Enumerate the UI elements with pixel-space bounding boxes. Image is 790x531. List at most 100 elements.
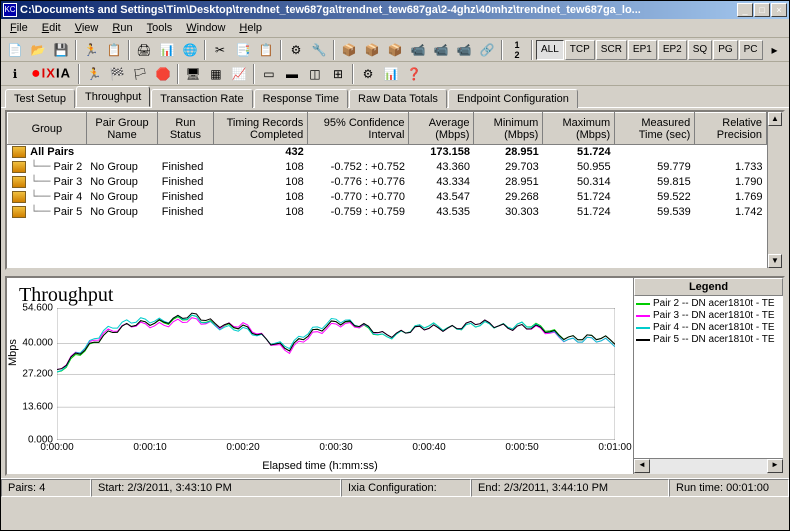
toolbar-btn-scr[interactable]: SCR [596, 40, 627, 60]
menu-edit[interactable]: Edit [35, 20, 68, 36]
tab-throughput[interactable]: Throughput [76, 86, 150, 107]
new-icon[interactable]: 📄 [4, 40, 26, 60]
misc-icon[interactable]: 🔧 [308, 40, 330, 60]
copy2-icon[interactable]: 📑 [232, 40, 254, 60]
col-header[interactable]: Average (Mbps) [409, 113, 474, 145]
minimize-button[interactable]: _ [737, 3, 753, 17]
tab-response-time[interactable]: Response Time [254, 89, 348, 108]
cam1-icon[interactable]: 📹 [407, 40, 429, 60]
cut-icon[interactable]: ✂ [209, 40, 231, 60]
toolbar-btn-all[interactable]: ALL [536, 40, 564, 60]
menu-file[interactable]: File [3, 20, 35, 36]
menu-view[interactable]: View [68, 20, 106, 36]
misc3-icon[interactable]: 📦 [361, 40, 383, 60]
report-icon[interactable]: 📊 [380, 64, 402, 84]
col-header[interactable]: Measured Time (sec) [615, 113, 695, 145]
close-button[interactable]: × [771, 3, 787, 17]
config-icon[interactable]: ⚙ [285, 40, 307, 60]
tab-raw-data-totals[interactable]: Raw Data Totals [349, 89, 447, 108]
col-header[interactable]: 95% Confidence Interval [308, 113, 409, 145]
html-icon[interactable]: 🌐 [179, 40, 201, 60]
toolbar-btn-ep2[interactable]: EP2 [658, 40, 687, 60]
legend-scrollbar[interactable]: ◄ ► [634, 458, 783, 474]
save-icon[interactable]: 💾 [50, 40, 72, 60]
tab-endpoint-configuration[interactable]: Endpoint Configuration [448, 89, 578, 108]
chart-icon[interactable]: 📈 [228, 64, 250, 84]
tab-test-setup[interactable]: Test Setup [5, 89, 75, 108]
legend-scroll-left-icon[interactable]: ◄ [634, 459, 650, 473]
table-row-all-pairs[interactable]: All Pairs432173.15828.95151.724 [8, 145, 767, 160]
maximize-button[interactable]: □ [754, 3, 770, 17]
y-tick: 54.600 [22, 303, 53, 314]
scroll-down-icon[interactable]: ▼ [768, 254, 782, 268]
more-icon[interactable]: ▸ [764, 40, 786, 60]
misc2-icon[interactable]: 📦 [338, 40, 360, 60]
results-table-area: GroupPair Group NameRun StatusTiming Rec… [5, 110, 785, 270]
scroll-up-icon[interactable]: ▲ [768, 112, 782, 126]
settings-icon[interactable]: ⚙ [357, 64, 379, 84]
info-icon[interactable]: ℹ [4, 64, 26, 84]
layout1-icon[interactable]: ▭ [258, 64, 280, 84]
col-header[interactable]: Run Status [158, 113, 213, 145]
table-row[interactable]: └── Pair 2No GroupFinished108-0.752 : +0… [8, 159, 767, 174]
legend-item[interactable]: Pair 5 -- DN acer1810t - TE [636, 334, 781, 345]
menu-run[interactable]: Run [105, 20, 139, 36]
grid-icon[interactable]: ▦ [205, 64, 227, 84]
toolbar-btn-ep1[interactable]: EP1 [628, 40, 657, 60]
legend-item[interactable]: Pair 4 -- DN acer1810t - TE [636, 322, 781, 333]
app-icon: KC [3, 3, 17, 17]
copy-icon[interactable]: 📋 [103, 40, 125, 60]
export-icon[interactable]: 📊 [156, 40, 178, 60]
flag-icon[interactable]: 🏁 [106, 64, 128, 84]
status-ixia-config: Ixia Configuration: [341, 479, 471, 497]
menubar: File Edit View Run Tools Window Help [1, 19, 789, 38]
titlebar: KC C:\Documents and Settings\Tim\Desktop… [1, 1, 789, 19]
legend-item[interactable]: Pair 2 -- DN acer1810t - TE [636, 298, 781, 309]
col-header[interactable]: Timing Records Completed [213, 113, 308, 145]
cam2-icon[interactable]: 📹 [430, 40, 452, 60]
layout4-icon[interactable]: ⊞ [327, 64, 349, 84]
flag2-icon[interactable]: 🏳 [129, 64, 151, 84]
open-icon[interactable]: 📂 [27, 40, 49, 60]
cam3-icon[interactable]: 📹 [453, 40, 475, 60]
menu-window[interactable]: Window [179, 20, 232, 36]
display-icon[interactable]: 🖥 [182, 64, 204, 84]
tab-transaction-rate[interactable]: Transaction Rate [151, 89, 252, 108]
toolbar-btn-tcp[interactable]: TCP [565, 40, 595, 60]
legend-item[interactable]: Pair 3 -- DN acer1810t - TE [636, 310, 781, 321]
layout2-icon[interactable]: ▬ [281, 64, 303, 84]
print-icon[interactable]: 🖨 [133, 40, 155, 60]
x-tick: 0:00:50 [505, 442, 538, 453]
help-icon[interactable]: ❓ [403, 64, 425, 84]
net-icon[interactable]: 🔗 [476, 40, 498, 60]
toolbar-btn-sq[interactable]: SQ [688, 40, 712, 60]
menu-help[interactable]: Help [232, 20, 269, 36]
stop-icon[interactable]: 🛑 [152, 64, 174, 84]
legend-label: Pair 5 -- DN acer1810t - TE [653, 334, 775, 345]
chart-area: Throughput Mbps 0.00013.60027.20040.0005… [5, 276, 785, 476]
toolbar-btn-pg[interactable]: PG [713, 40, 737, 60]
12-icon[interactable]: 12 [506, 40, 528, 60]
col-header[interactable]: Pair Group Name [86, 113, 158, 145]
col-header[interactable]: Group [8, 113, 87, 145]
paste-icon[interactable]: 📋 [255, 40, 277, 60]
chart-main: Throughput Mbps 0.00013.60027.20040.0005… [7, 278, 633, 474]
menu-tools[interactable]: Tools [140, 20, 180, 36]
table-row[interactable]: └── Pair 3No GroupFinished108-0.776 : +0… [8, 174, 767, 189]
run-icon[interactable]: 🏃 [83, 64, 105, 84]
y-tick: 13.600 [22, 402, 53, 413]
legend-scroll-right-icon[interactable]: ► [767, 459, 783, 473]
layout3-icon[interactable]: ◫ [304, 64, 326, 84]
vertical-scrollbar[interactable]: ▲ ▼ [767, 112, 783, 268]
legend-swatch [636, 339, 650, 341]
col-header[interactable]: Minimum (Mbps) [474, 113, 543, 145]
toolbar-btn-pc[interactable]: PC [739, 40, 763, 60]
table-row[interactable]: └── Pair 4No GroupFinished108-0.770 : +0… [8, 189, 767, 204]
col-header[interactable]: Relative Precision [695, 113, 767, 145]
col-header[interactable]: Maximum (Mbps) [543, 113, 615, 145]
legend-swatch [636, 303, 650, 305]
runner-icon[interactable]: 🏃 [80, 40, 102, 60]
folder-icon [12, 176, 26, 188]
table-row[interactable]: └── Pair 5No GroupFinished108-0.759 : +0… [8, 204, 767, 219]
misc4-icon[interactable]: 📦 [384, 40, 406, 60]
